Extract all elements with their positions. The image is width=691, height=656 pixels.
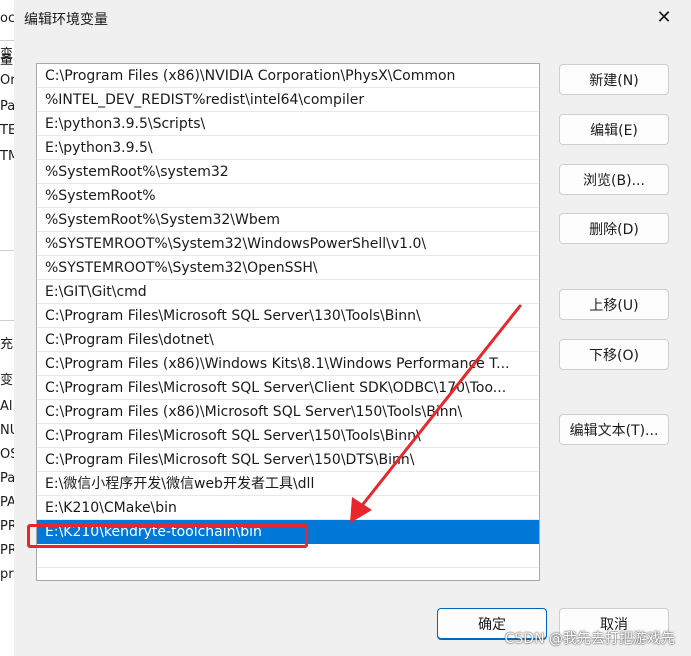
path-list-item[interactable]: C:\Program Files (x86)\Microsoft SQL Ser… [37,400,539,424]
path-list-item[interactable]: C:\Program Files\dotnet\ [37,328,539,352]
path-list-item[interactable]: E:\K210\CMake\bin [37,496,539,520]
background-text-fragment: Pa [0,99,14,114]
close-icon[interactable]: ✕ [651,4,677,30]
background-text-fragment: Al [0,399,13,414]
background-text-fragment: 充 [0,337,14,352]
background-text-fragment: oc [0,11,14,26]
edit-environment-variable-dialog: 编辑环境变量 ✕ C:\Program Files (x86)\NVIDIA C… [14,0,691,656]
path-list-item[interactable]: %INTEL_DEV_REDIST%redist\intel64\compile… [37,88,539,112]
background-text-fragment: TM [0,149,14,164]
path-list-item[interactable]: %SystemRoot% [37,184,539,208]
move-up-button[interactable]: 上移(U) [559,289,669,320]
path-list-item[interactable]: %SystemRoot%\system32 [37,160,539,184]
background-text-fragment: pr [0,567,14,582]
background-divider [0,320,14,321]
dialog-title: 编辑环境变量 [24,12,108,28]
path-list-item[interactable]: E:\python3.9.5\Scripts\ [37,112,539,136]
path-list[interactable]: C:\Program Files (x86)\NVIDIA Corporatio… [36,63,540,581]
path-list-item[interactable]: C:\Program Files\Microsoft SQL Server\15… [37,448,539,472]
background-divider [0,250,14,251]
path-list-item[interactable]: C:\Program Files\Microsoft SQL Server\Cl… [37,376,539,400]
annotation-highlight-box [27,524,308,548]
path-list-item[interactable]: C:\Program Files\Microsoft SQL Server\13… [37,304,539,328]
path-list-item[interactable]: E:\GIT\Git\cmd [37,280,539,304]
background-text-fragment: OS [0,447,14,462]
path-list-item[interactable]: C:\Program Files\Microsoft SQL Server\15… [37,424,539,448]
background-text-fragment: Or [0,73,14,88]
path-list-item[interactable]: E:\python3.9.5\ [37,136,539,160]
browse-button[interactable]: 浏览(B)... [559,164,669,195]
background-text-fragment: PR [0,519,14,534]
delete-button[interactable]: 删除(D) [559,213,669,244]
path-list-item[interactable]: C:\Program Files (x86)\NVIDIA Corporatio… [37,64,539,88]
path-list-item[interactable]: %SYSTEMROOT%\System32\OpenSSH\ [37,256,539,280]
background-window-edge: oc变OrPaTETM量充变AlNUOSPaPAPRPRpr [0,0,14,656]
path-list-item[interactable]: C:\Program Files (x86)\Windows Kits\8.1\… [37,352,539,376]
background-text-fragment: 变 [0,373,14,388]
new-button[interactable]: 新建(N) [559,64,669,95]
background-text-fragment: PR [0,543,14,558]
watermark: CSDN @我先去打把游戏先 [504,631,675,647]
background-text-fragment: 量 [0,53,14,68]
edit-text-button[interactable]: 编辑文本(T)... [559,414,669,445]
background-text-fragment: Pa [0,471,14,486]
path-list-item[interactable]: %SystemRoot%\System32\Wbem [37,208,539,232]
background-text-fragment: PA [0,495,14,510]
background-text-fragment: NU [0,423,14,438]
background-divider [0,40,14,41]
background-text-fragment: TE [0,123,14,138]
path-list-item[interactable]: E:\微信小程序开发\微信web开发者工具\dll [37,472,539,496]
edit-button[interactable]: 编辑(E) [559,114,669,145]
move-down-button[interactable]: 下移(O) [559,339,669,370]
path-list-item[interactable]: %SYSTEMROOT%\System32\WindowsPowerShell\… [37,232,539,256]
